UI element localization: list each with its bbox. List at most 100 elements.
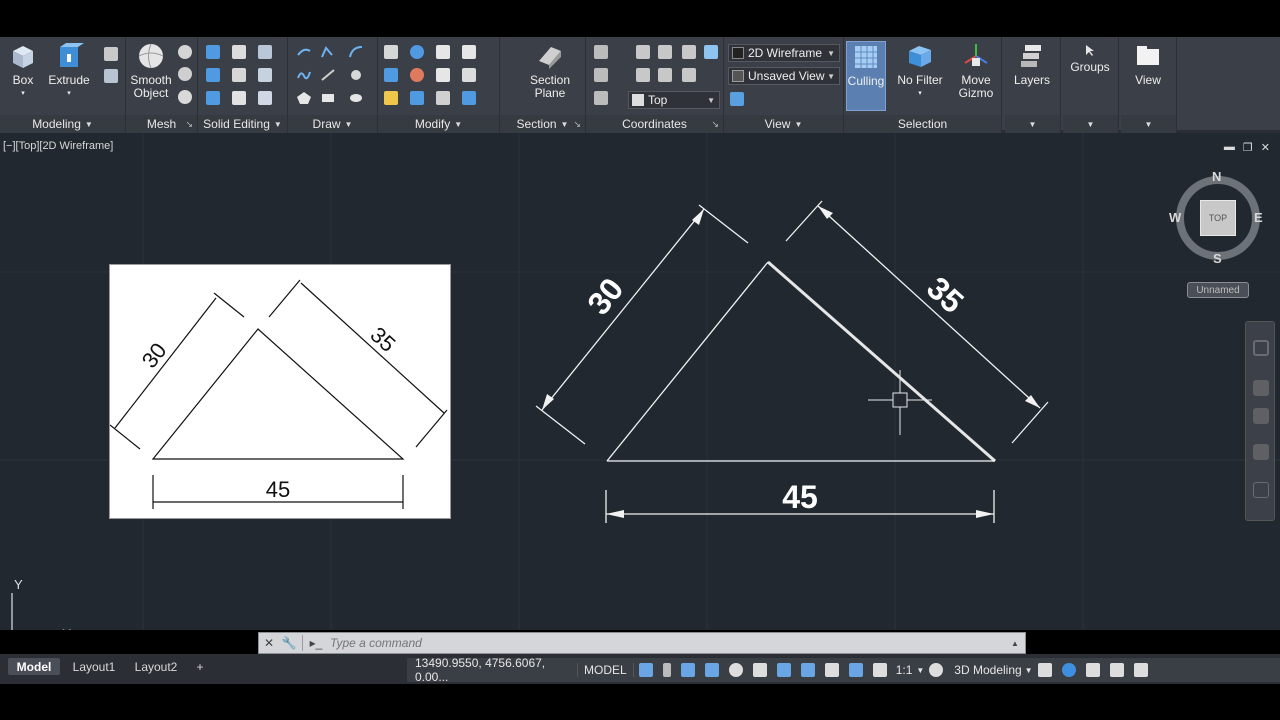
union-icon[interactable] bbox=[206, 45, 220, 59]
model-space-toggle[interactable]: MODEL bbox=[577, 663, 634, 677]
ucs-world-icon[interactable] bbox=[636, 45, 650, 59]
polysolid-icon[interactable] bbox=[104, 47, 118, 61]
isolate-objects-icon[interactable] bbox=[1061, 663, 1076, 677]
viewcube[interactable]: N S E W TOP bbox=[1169, 169, 1266, 266]
ucs-x-icon[interactable] bbox=[658, 45, 672, 59]
polyline-icon[interactable] bbox=[320, 45, 336, 59]
3d-align-icon[interactable] bbox=[410, 45, 424, 59]
line-icon[interactable] bbox=[296, 45, 312, 59]
polygon-icon[interactable] bbox=[296, 91, 312, 105]
orbit-icon[interactable] bbox=[1253, 444, 1269, 460]
reference-image[interactable]: 45 30 35 bbox=[109, 264, 451, 519]
ucs-view-icon[interactable] bbox=[636, 68, 650, 82]
ucs-y-icon[interactable] bbox=[682, 45, 696, 59]
ortho-icon[interactable] bbox=[704, 663, 719, 677]
mirror-icon[interactable] bbox=[436, 91, 450, 105]
cursor-coordinates[interactable]: 13490.9550, 4756.6067, 0.00... bbox=[407, 656, 577, 684]
mesh-crease-icon[interactable] bbox=[178, 90, 192, 104]
ucs-origin-icon[interactable] bbox=[594, 68, 608, 82]
lineweight-icon[interactable] bbox=[824, 663, 839, 677]
command-input[interactable] bbox=[326, 634, 1011, 652]
culling-button[interactable]: Culling bbox=[846, 41, 886, 111]
isodraft-icon[interactable] bbox=[752, 663, 767, 677]
viewport-config-icon[interactable] bbox=[730, 92, 744, 106]
minimize-icon[interactable]: ▬ bbox=[1224, 141, 1235, 154]
move-icon[interactable] bbox=[436, 45, 450, 59]
annotation-monitor-icon[interactable] bbox=[1037, 663, 1052, 677]
tab-layout2[interactable]: Layout2 bbox=[128, 658, 184, 675]
slice-icon[interactable] bbox=[232, 68, 246, 82]
visual-style-dropdown[interactable]: 2D Wireframe ▼ bbox=[728, 44, 840, 62]
command-history-icon[interactable]: ▲ bbox=[1011, 639, 1025, 648]
presspull-icon[interactable] bbox=[104, 69, 118, 83]
viewcube-top-face[interactable]: TOP bbox=[1200, 200, 1236, 236]
grid-dropdown-icon[interactable] bbox=[662, 663, 671, 677]
3d-osnap-icon[interactable] bbox=[800, 663, 815, 677]
separate-icon[interactable] bbox=[258, 45, 272, 59]
fillet-icon[interactable] bbox=[384, 45, 398, 59]
clean-screen-icon[interactable] bbox=[1109, 663, 1124, 677]
ucs-object-icon[interactable] bbox=[658, 68, 672, 82]
zoom-extents-icon[interactable] bbox=[1253, 408, 1269, 424]
trim-icon[interactable] bbox=[384, 91, 398, 105]
extract-edges-icon[interactable] bbox=[232, 45, 246, 59]
smooth-object-button[interactable]: Smooth Object bbox=[128, 41, 174, 111]
polar-tracking-icon[interactable] bbox=[728, 663, 743, 677]
panel-title-mesh[interactable]: Mesh ↘ bbox=[126, 115, 197, 133]
steering-wheel-icon[interactable] bbox=[1253, 340, 1269, 356]
pan-icon[interactable] bbox=[1253, 380, 1269, 396]
compass-east[interactable]: E bbox=[1254, 210, 1263, 225]
recent-commands-icon[interactable]: ▸_ bbox=[306, 633, 326, 653]
copy-icon[interactable] bbox=[436, 68, 450, 82]
hardware-acceleration-icon[interactable] bbox=[1085, 663, 1100, 677]
panel-title-view-right[interactable]: ▼ bbox=[1121, 115, 1176, 133]
annotation-scale[interactable]: 1:1 bbox=[896, 663, 913, 677]
object-snap-icon[interactable] bbox=[776, 663, 791, 677]
offset-icon[interactable] bbox=[410, 91, 424, 105]
ucs-face-icon[interactable] bbox=[682, 68, 696, 82]
viewport-controls[interactable]: [−][Top][2D Wireframe] bbox=[3, 140, 113, 152]
ucs-icon-toggle[interactable] bbox=[704, 45, 718, 59]
triangle-left-edge[interactable] bbox=[606, 261, 769, 462]
drawing-canvas[interactable]: [−][Top][2D Wireframe] ▬ ❐ ✕ 45 30 35 45… bbox=[0, 133, 1280, 630]
extrude-faces-icon[interactable] bbox=[258, 68, 272, 82]
compass-west[interactable]: W bbox=[1169, 210, 1181, 225]
view-direction-dropdown[interactable]: Top ▼ bbox=[628, 91, 720, 109]
subtract-icon[interactable] bbox=[206, 68, 220, 82]
tab-model[interactable]: Model bbox=[8, 658, 60, 675]
shell-icon[interactable] bbox=[258, 91, 272, 105]
intersect-icon[interactable] bbox=[206, 91, 220, 105]
box-button[interactable]: Box ▾ bbox=[0, 41, 46, 111]
grid-icon[interactable] bbox=[638, 663, 653, 677]
restore-icon[interactable]: ❐ bbox=[1243, 141, 1253, 154]
panel-title-view[interactable]: View ▼ bbox=[724, 115, 843, 133]
ucs-icon[interactable] bbox=[594, 45, 608, 59]
workspace-switch[interactable]: 3D Modeling bbox=[954, 663, 1021, 677]
compass-south[interactable]: S bbox=[1213, 251, 1222, 266]
panel-title-solid-editing[interactable]: Solid Editing ▼ bbox=[198, 115, 287, 133]
add-layout-button[interactable]: + bbox=[190, 658, 210, 675]
layers-button[interactable]: Layers bbox=[1009, 41, 1055, 111]
panel-title-selection[interactable]: Selection bbox=[844, 115, 1001, 133]
named-ucs-icon[interactable] bbox=[594, 91, 608, 105]
panel-title-groups[interactable]: ▼ bbox=[1063, 115, 1118, 133]
ellipse-icon[interactable] bbox=[348, 91, 364, 105]
customization-icon[interactable] bbox=[1133, 663, 1148, 677]
circle-icon[interactable] bbox=[348, 68, 364, 82]
panel-title-modify[interactable]: Modify ▼ bbox=[378, 115, 499, 133]
3d-move-icon[interactable] bbox=[462, 45, 476, 59]
close-cmdline-icon[interactable]: ✕ bbox=[259, 633, 279, 653]
panel-title-modeling[interactable]: Modeling ▼ bbox=[0, 115, 125, 133]
section-plane-button[interactable]: Section Plane bbox=[522, 41, 578, 111]
showmotion-icon[interactable] bbox=[1253, 482, 1269, 498]
panel-title-draw[interactable]: Draw ▼ bbox=[288, 115, 377, 133]
annotation-visibility-icon[interactable] bbox=[848, 663, 863, 677]
auto-scale-icon[interactable] bbox=[872, 663, 887, 677]
saved-view-dropdown[interactable]: Unsaved View ▼ bbox=[728, 67, 840, 85]
3d-rotate-icon[interactable] bbox=[410, 68, 424, 82]
tab-layout1[interactable]: Layout1 bbox=[66, 658, 122, 675]
construction-line-icon[interactable] bbox=[320, 68, 336, 82]
wcs-menu[interactable]: Unnamed bbox=[1187, 282, 1249, 298]
mesh-refine-icon[interactable] bbox=[178, 67, 192, 81]
rotate-icon[interactable] bbox=[462, 68, 476, 82]
